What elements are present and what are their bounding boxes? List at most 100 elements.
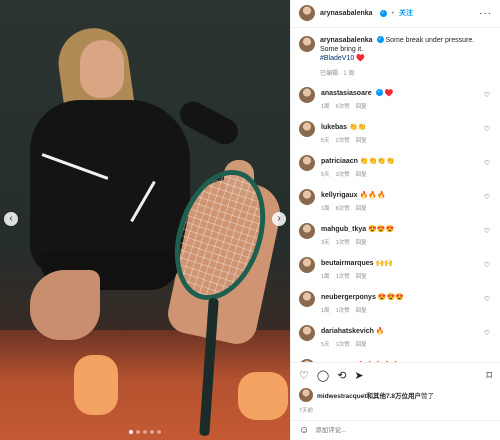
carousel-dot[interactable]: [136, 430, 140, 434]
carousel-dot[interactable]: [143, 430, 147, 434]
avatar[interactable]: [299, 222, 315, 239]
carousel-dot[interactable]: [150, 430, 154, 434]
verified-badge-icon: ✓: [379, 9, 387, 17]
comment-meta: 3天 1次赞 回复: [321, 238, 492, 246]
comment-likes[interactable]: 8次赞: [336, 204, 350, 212]
comment-heart-icon[interactable]: ♡: [484, 261, 490, 269]
comment-username[interactable]: beutairmarques: [321, 260, 374, 267]
comment-time: 5天: [321, 137, 330, 144]
comment-likes[interactable]: 3次赞: [336, 170, 350, 178]
comment-likes[interactable]: 1次赞: [336, 238, 350, 246]
reply-button[interactable]: 回复: [356, 238, 367, 246]
comment-username[interactable]: patriciaacn: [321, 158, 358, 165]
comment-item: patriciaacn 👏👏👏👏 5天 3次赞 回复 ♡: [299, 154, 492, 189]
avatar[interactable]: [299, 86, 315, 103]
post-details-panel: arynasabalenka ✓ • 关注 ··· arynasabalenka…: [290, 0, 500, 440]
comment-time: 1周: [321, 205, 330, 212]
action-icons: ♡ ◯ ⟲ ➤ ⌑: [299, 369, 492, 383]
comment-body: lukebas 👏👏 5天 2次赞 回复: [321, 121, 492, 155]
liked-by-username[interactable]: midwestracquet: [317, 393, 367, 400]
comment-body: patriciaacn 👏👏👏👏 5天 3次赞 回复: [321, 155, 492, 189]
comment-heart-icon[interactable]: ♡: [484, 159, 490, 167]
emoji-icon[interactable]: ☺: [299, 425, 309, 436]
reply-button[interactable]: 回复: [356, 272, 367, 280]
comment-heart-icon[interactable]: ♡: [484, 295, 490, 303]
comment-heart-icon[interactable]: ♡: [484, 193, 490, 201]
reply-button[interactable]: 回复: [356, 340, 367, 348]
avatar[interactable]: [299, 290, 315, 307]
avatar[interactable]: [299, 387, 313, 402]
add-comment-bar: ☺: [291, 419, 500, 440]
comment-meta: 1周 6次赞 回复: [321, 102, 492, 110]
avatar[interactable]: [299, 358, 315, 362]
more-horizontal-icon[interactable]: ···: [479, 8, 492, 19]
comment-time: 5天: [321, 171, 330, 178]
photo-athlete-leg: [30, 270, 100, 340]
post-author-username[interactable]: arynasabalenka: [320, 10, 373, 17]
comment-line: poloagent 🔥🔥🔥🔥🔥: [321, 361, 492, 363]
comment-line: kellyrigaux 🔥🔥🔥: [321, 191, 492, 199]
comment-input[interactable]: [315, 426, 492, 434]
avatar[interactable]: [299, 154, 315, 171]
avatar[interactable]: [299, 35, 315, 52]
heart-icon[interactable]: ♡: [299, 370, 309, 382]
repost-icon[interactable]: ⟲: [337, 370, 346, 382]
comment-likes[interactable]: 1次赞: [336, 340, 350, 348]
comment-username[interactable]: neubergerponys: [321, 294, 376, 301]
post-actions: ♡ ◯ ⟲ ➤ ⌑ midwestracquet和其他7.8万位用户赞了 7天前: [291, 361, 500, 414]
share-icon[interactable]: ➤: [354, 370, 363, 382]
carousel-dot[interactable]: [129, 430, 133, 434]
comment-icon[interactable]: ◯: [317, 370, 329, 382]
chevron-left-icon: ‹: [9, 213, 13, 224]
liked-by-suffix: 赞了: [421, 392, 435, 400]
comment-body: anastasiasoare ✓ ♥️ 1周 6次赞 回复: [321, 87, 492, 121]
verified-badge-icon: ✓: [376, 36, 384, 44]
bookmark-icon[interactable]: ⌑: [486, 370, 492, 382]
avatar[interactable]: [299, 120, 315, 137]
comment-username[interactable]: mahgub_tkya: [321, 226, 366, 233]
verified-badge-icon: ✓: [375, 89, 383, 97]
caption-hashtag[interactable]: #BladeV10: [320, 55, 354, 62]
comment-username[interactable]: dariahatskevich: [321, 328, 374, 335]
carousel-dot[interactable]: [157, 430, 161, 434]
avatar[interactable]: [299, 324, 315, 341]
avatar[interactable]: [299, 256, 315, 273]
avatar[interactable]: [299, 188, 315, 205]
comment-time: 1周: [321, 307, 330, 314]
comment-heart-icon[interactable]: ♡: [484, 125, 490, 133]
comment-meta: 5天 1次赞 回复: [321, 340, 492, 348]
previous-photo-button[interactable]: ‹: [4, 212, 18, 226]
comment-meta: 1周 8次赞 回复: [321, 204, 492, 212]
comment-meta: 1周 1次赞 回复: [321, 306, 492, 314]
follow-button[interactable]: 关注: [399, 8, 413, 18]
carousel-dots: [0, 430, 290, 434]
avatar[interactable]: [299, 5, 315, 22]
liked-by-count[interactable]: 和其他7.8万位用户: [367, 393, 422, 400]
comment-line: lukebas 👏👏: [321, 123, 492, 131]
comment-likes[interactable]: 1次赞: [336, 272, 350, 280]
comment-heart-icon[interactable]: ♡: [484, 91, 490, 99]
photo-athlete-jacket: [30, 100, 190, 275]
reply-button[interactable]: 回复: [356, 306, 367, 314]
next-photo-button[interactable]: ›: [272, 212, 286, 226]
comment-likes[interactable]: 2次赞: [336, 136, 350, 144]
reply-button[interactable]: 回复: [356, 204, 367, 212]
comment-item: mahgub_tkya 😍😍😍 3天 1次赞 回复 ♡: [299, 222, 492, 257]
reply-button[interactable]: 回复: [356, 170, 367, 178]
comment-line: anastasiasoare ✓ ♥️: [321, 89, 492, 97]
comment-likes[interactable]: 1次赞: [336, 306, 350, 314]
comment-likes[interactable]: 6次赞: [336, 102, 350, 110]
comments-list[interactable]: arynasabalenka ✓ Some break under pressu…: [291, 28, 500, 362]
post-date: 7天前: [299, 407, 314, 414]
comment-text: 👏👏👏👏: [359, 157, 395, 165]
caption-username[interactable]: arynasabalenka: [320, 37, 373, 44]
reply-button[interactable]: 回复: [356, 102, 367, 110]
comment-heart-icon[interactable]: ♡: [484, 329, 490, 337]
comment-heart-icon[interactable]: ♡: [484, 227, 490, 235]
comment-item: beutairmarques 🙌🙌 1周 1次赞 回复 ♡: [299, 256, 492, 291]
comment-username[interactable]: lukebas: [321, 124, 347, 131]
comment-username[interactable]: anastasiasoare: [321, 90, 372, 97]
reply-button[interactable]: 回复: [356, 136, 367, 144]
comment-username[interactable]: kellyrigaux: [321, 192, 358, 199]
comment-item: poloagent 🔥🔥🔥🔥🔥♡: [299, 358, 492, 363]
